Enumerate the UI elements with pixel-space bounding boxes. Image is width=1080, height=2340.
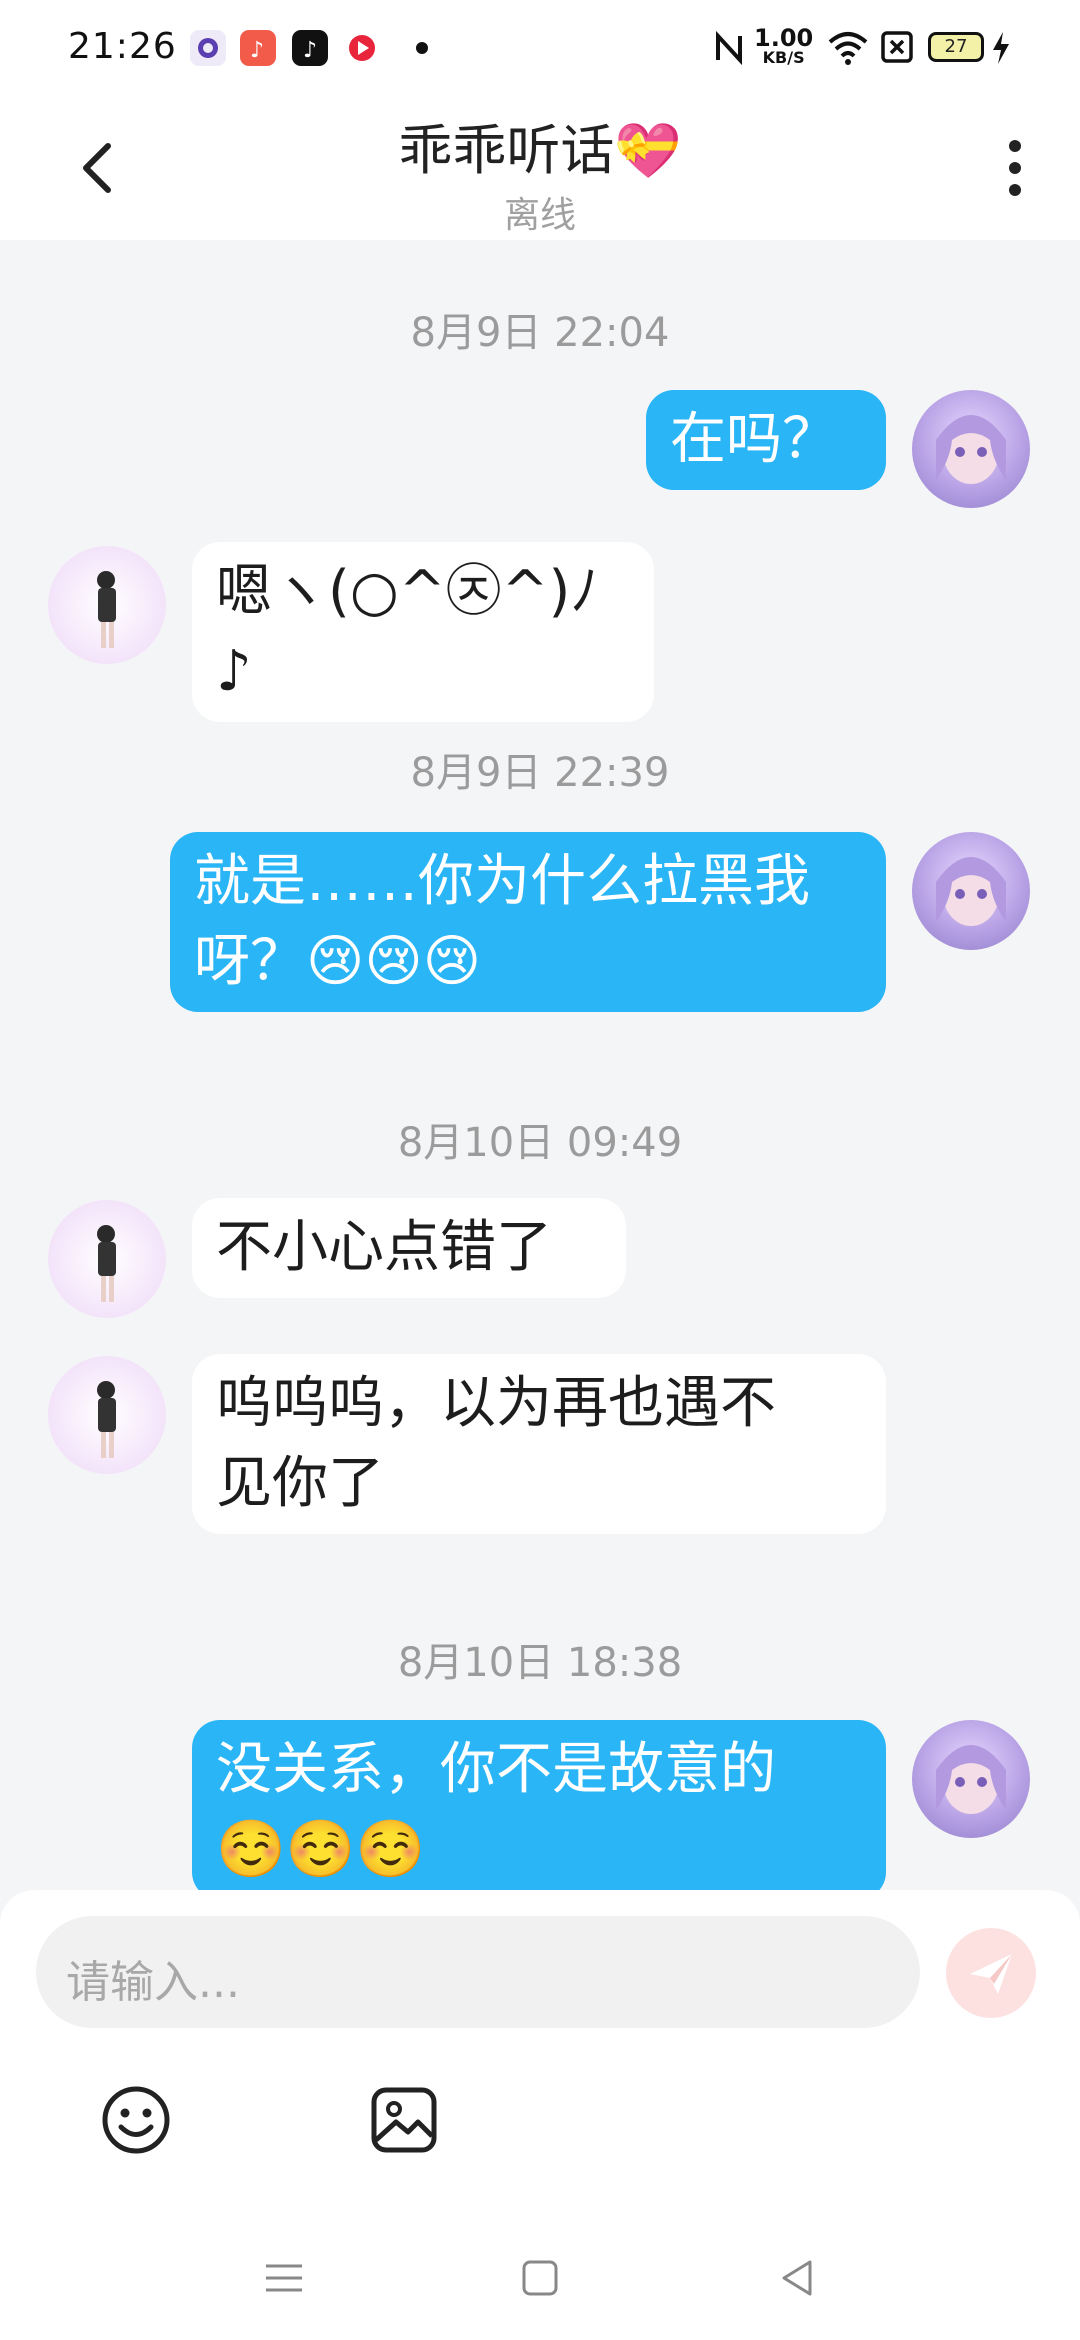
message-text-line: ☺️☺️☺️	[216, 1817, 426, 1882]
sim-off-icon	[880, 30, 914, 68]
emoji-button[interactable]	[96, 2080, 176, 2160]
composer: 请输入...	[0, 1890, 1080, 2340]
timestamp: 8月9日 22:04	[410, 310, 670, 356]
timestamp: 8月10日 18:38	[397, 1640, 683, 1686]
timestamp: 8月10日 09:49	[397, 1120, 683, 1166]
contact-status: 离线	[503, 195, 576, 236]
message-text-line: 见你了	[216, 1451, 384, 1516]
menu-icon	[266, 2264, 302, 2292]
message-bubble-received[interactable]: 嗯ヽ(○^㉨^)ﾉ♪	[192, 542, 654, 722]
network-speed: 1.00 KB/S	[754, 24, 814, 68]
svg-text:♪: ♪	[250, 38, 264, 63]
message-text-line: 呜呜呜，以为再也遇不	[216, 1371, 776, 1436]
message-bubble-received[interactable]: 不小心点错了	[192, 1198, 626, 1298]
contact-avatar[interactable]	[48, 1200, 166, 1318]
battery-indicator: 27	[928, 32, 984, 62]
charging-icon	[990, 30, 1012, 70]
my-avatar[interactable]	[912, 390, 1030, 508]
my-avatar[interactable]	[912, 832, 1030, 950]
message-text-line: 没关系，你不是故意的	[216, 1737, 776, 1802]
status-time: 21:26	[68, 26, 177, 67]
message-list[interactable]: 8月9日 22:04 在吗？ 嗯ヽ(○^㉨^)ﾉ♪ 8月9日 22:39 就是……	[0, 240, 1080, 1890]
home-square-icon	[522, 2260, 558, 2296]
message-text: 在吗？	[670, 407, 838, 472]
send-icon	[970, 1954, 1012, 1994]
emoji-icon	[102, 2086, 170, 2154]
message-text: 嗯ヽ(○^㉨^)ﾉ♪	[216, 559, 599, 704]
my-avatar[interactable]	[912, 1720, 1030, 1838]
contact-name: 乖乖听话💝	[398, 119, 682, 182]
more-notifications-dot	[416, 42, 428, 54]
message-bubble-sent[interactable]: 就是……你为什么拉黑我 呀？😢😢😢	[170, 832, 886, 1012]
contact-avatar[interactable]	[48, 546, 166, 664]
tiktok-icon: ♪	[292, 30, 328, 66]
more-button[interactable]	[1000, 136, 1030, 200]
message-text-line: 呀？😢😢😢	[194, 929, 482, 994]
app-notification-icon	[190, 30, 226, 66]
image-icon	[371, 2087, 437, 2153]
message-bubble-sent[interactable]: 在吗？	[646, 390, 886, 490]
message-bubble-received[interactable]: 呜呜呜，以为再也遇不 见你了	[192, 1354, 886, 1534]
timestamp: 8月9日 22:39	[410, 750, 670, 796]
music-app-icon: ♪	[240, 30, 276, 66]
more-vertical-icon	[1009, 140, 1021, 196]
network-speed-value: 1.00	[754, 24, 814, 52]
back-triangle-icon	[782, 2260, 812, 2296]
send-button[interactable]	[946, 1928, 1036, 2018]
nav-menu-button[interactable]	[262, 2256, 306, 2304]
svg-text:♪: ♪	[303, 38, 317, 63]
nav-back-button[interactable]	[776, 2256, 820, 2304]
message-input[interactable]: 请输入...	[36, 1916, 920, 2028]
nav-home-button[interactable]	[518, 2256, 562, 2304]
chat-header: 乖乖听话💝 离线	[0, 96, 1080, 240]
message-text-line: 就是……你为什么拉黑我	[194, 849, 810, 914]
network-speed-unit: KB/S	[762, 48, 805, 67]
message-text: 不小心点错了	[216, 1215, 552, 1280]
image-button[interactable]	[364, 2080, 444, 2160]
nfc-icon	[712, 30, 746, 70]
video-app-icon	[344, 30, 380, 66]
message-bubble-sent[interactable]: 没关系，你不是故意的 ☺️☺️☺️	[192, 1720, 886, 1890]
status-bar: 21:26 ♪ ♪ 1.00 KB/S 27	[0, 0, 1080, 96]
contact-avatar[interactable]	[48, 1356, 166, 1474]
wifi-icon	[826, 28, 870, 70]
